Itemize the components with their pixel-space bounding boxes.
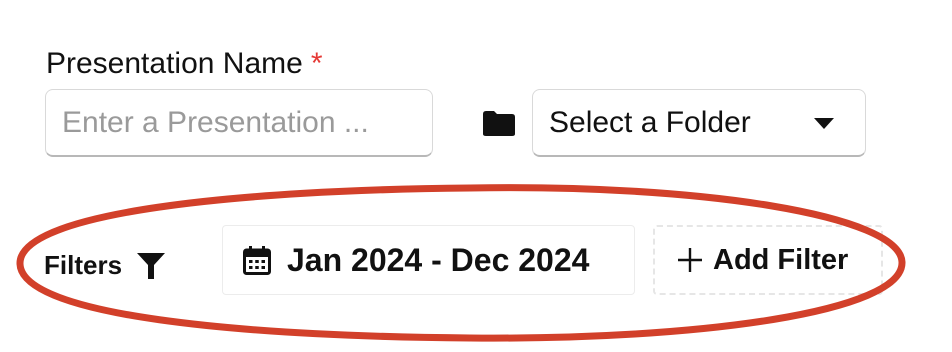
presentation-name-label-text: Presentation Name xyxy=(46,47,303,80)
chevron-down-icon xyxy=(814,117,834,129)
folder-icon xyxy=(483,111,515,136)
folder-select[interactable]: Select a Folder xyxy=(532,89,866,157)
filter-funnel-icon xyxy=(137,252,166,279)
add-filter-button[interactable]: Add Filter xyxy=(653,225,883,295)
date-range-filter[interactable]: Jan 2024 - Dec 2024 xyxy=(222,225,635,295)
presentation-name-input[interactable] xyxy=(45,89,433,157)
filters-label: Filters xyxy=(44,250,123,280)
date-range-text: Jan 2024 - Dec 2024 xyxy=(287,241,590,278)
calendar-icon xyxy=(243,246,271,275)
add-filter-label: Add Filter xyxy=(713,243,849,276)
filters-toggle[interactable]: Filters xyxy=(44,250,166,281)
presentation-name-label: Presentation Name * xyxy=(46,44,323,84)
folder-select-value: Select a Folder xyxy=(549,105,751,139)
plus-icon xyxy=(678,248,702,272)
required-star: * xyxy=(310,47,323,80)
